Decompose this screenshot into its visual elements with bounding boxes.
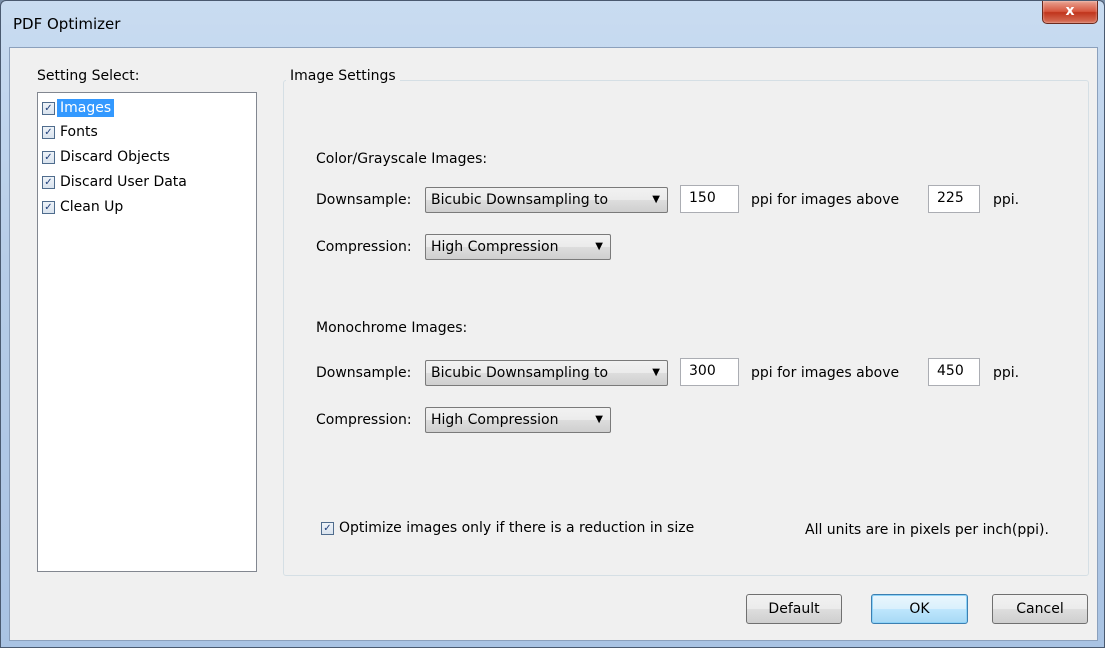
mono-downsample-value: Bicubic Downsampling to xyxy=(431,365,609,381)
mono-ppi-above-label: ppi for images above xyxy=(751,365,900,381)
pdf-optimizer-dialog: PDF Optimizer x Setting Select: ✓ Images… xyxy=(0,0,1105,648)
settings-tree[interactable]: ✓ Images ✓ Fonts ✓ Discard Objects ✓ Dis… xyxy=(37,92,257,572)
mono-images-heading: Monochrome Images: xyxy=(316,320,468,336)
setting-select-label: Setting Select: xyxy=(37,68,140,84)
color-above-input[interactable]: 225 xyxy=(928,185,980,213)
tree-item-discard-objects[interactable]: ✓ Discard Objects xyxy=(42,146,170,168)
window-title: PDF Optimizer xyxy=(13,15,121,33)
tree-item-label: Images xyxy=(57,99,115,117)
tree-item-clean-up[interactable]: ✓ Clean Up xyxy=(42,196,123,218)
tree-item-fonts[interactable]: ✓ Fonts xyxy=(42,121,98,143)
mono-compression-select[interactable]: High Compression ▼ xyxy=(425,407,611,433)
color-compression-select[interactable]: High Compression ▼ xyxy=(425,234,611,260)
tree-item-label: Discard Objects xyxy=(60,149,170,165)
chevron-down-icon: ▼ xyxy=(652,194,660,205)
color-images-heading: Color/Grayscale Images: xyxy=(316,151,488,167)
tree-item-label: Discard User Data xyxy=(60,174,187,190)
tree-item-discard-user-data[interactable]: ✓ Discard User Data xyxy=(42,171,187,193)
dialog-body: Setting Select: ✓ Images ✓ Fonts ✓ Disca… xyxy=(9,47,1098,641)
checkbox-fonts[interactable]: ✓ xyxy=(42,125,55,139)
tree-item-label: Clean Up xyxy=(60,199,124,215)
mono-above-input[interactable]: 450 xyxy=(928,358,980,386)
color-compression-label: Compression: xyxy=(316,239,412,255)
color-downsample-value: Bicubic Downsampling to xyxy=(431,192,609,208)
optimize-only-reduction-label: Optimize images only if there is a reduc… xyxy=(339,520,695,536)
checkbox-images[interactable]: ✓ xyxy=(42,101,55,115)
mono-compression-label: Compression: xyxy=(316,412,412,428)
tree-item-images[interactable]: ✓ Images xyxy=(42,97,115,119)
color-downsample-select[interactable]: Bicubic Downsampling to ▼ xyxy=(425,187,668,213)
chevron-down-icon: ▼ xyxy=(652,367,660,378)
close-button[interactable]: x xyxy=(1042,1,1098,24)
chevron-down-icon: ▼ xyxy=(595,241,603,252)
color-ppi-input[interactable]: 150 xyxy=(680,185,739,213)
mono-ppi-input[interactable]: 300 xyxy=(680,358,739,386)
tree-item-label: Fonts xyxy=(60,124,98,140)
units-note: All units are in pixels per inch(ppi). xyxy=(805,522,1049,538)
color-ppi-unit: ppi. xyxy=(993,192,1020,208)
color-compression-value: High Compression xyxy=(431,239,559,255)
cancel-button[interactable]: Cancel xyxy=(992,594,1088,624)
chevron-down-icon: ▼ xyxy=(595,414,603,425)
default-button[interactable]: Default xyxy=(746,594,842,624)
title-bar[interactable]: PDF Optimizer x xyxy=(1,1,1104,47)
mono-downsample-select[interactable]: Bicubic Downsampling to ▼ xyxy=(425,360,668,386)
optimize-only-reduction-option[interactable]: ✓ Optimize images only if there is a red… xyxy=(321,520,694,536)
mono-downsample-label: Downsample: xyxy=(316,365,412,381)
color-downsample-label: Downsample: xyxy=(316,192,412,208)
mono-ppi-unit: ppi. xyxy=(993,365,1020,381)
optimize-only-reduction-checkbox[interactable]: ✓ xyxy=(321,521,334,535)
image-settings-title: Image Settings xyxy=(286,68,400,84)
checkbox-discard-user-data[interactable]: ✓ xyxy=(42,175,55,189)
mono-compression-value: High Compression xyxy=(431,412,559,428)
checkbox-clean-up[interactable]: ✓ xyxy=(42,200,55,214)
checkbox-discard-objects[interactable]: ✓ xyxy=(42,150,55,164)
ok-button[interactable]: OK xyxy=(871,594,968,624)
color-ppi-above-label: ppi for images above xyxy=(751,192,900,208)
